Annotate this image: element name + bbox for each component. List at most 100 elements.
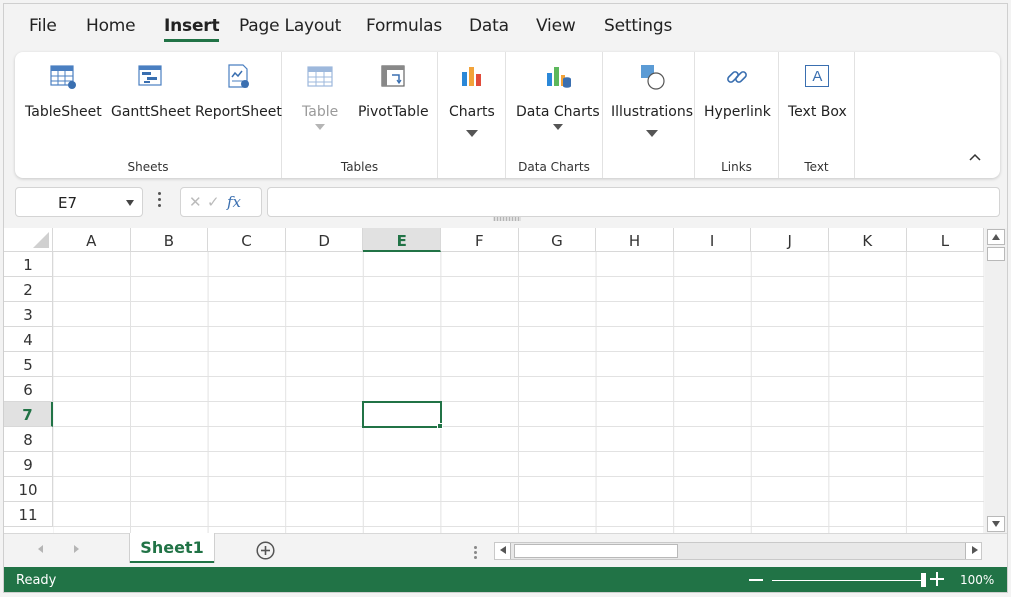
column-header[interactable]: K [829,228,907,252]
chevron-down-icon[interactable] [126,200,134,206]
zoom-out-icon[interactable] [749,579,763,581]
add-sheet-icon[interactable] [256,541,275,560]
row-header[interactable]: 11 [4,502,53,527]
cell-area[interactable] [53,252,984,533]
tab-file[interactable]: File [29,16,57,36]
zoom-level[interactable]: 100% [960,573,994,587]
illustrations-label: Illustrations [611,104,694,120]
link-icon [722,62,752,92]
horizontal-scrollbar[interactable] [494,542,982,560]
arrow-up-icon [992,234,1000,240]
row-header[interactable]: 3 [4,302,53,327]
table-button[interactable]: Table [302,62,338,130]
resize-grip-icon[interactable] [493,217,521,221]
row-header[interactable]: 1 [4,252,53,277]
status-bar: Ready 100% [4,567,1007,592]
pivottable-button[interactable]: PivotTable [358,62,429,120]
tablesheet-button[interactable]: TableSheet [25,62,102,120]
zoom-in-icon[interactable] [930,572,944,586]
row-header[interactable]: 9 [4,452,53,477]
horizontal-scroll-thumb[interactable] [514,544,678,558]
column-header[interactable]: C [208,228,286,252]
ganttsheet-icon [136,62,166,92]
ganttsheet-button[interactable]: GanttSheet [111,62,191,120]
row-header[interactable]: 5 [4,352,53,377]
active-cell[interactable] [362,401,442,428]
table-label: Table [302,104,339,120]
charts-button[interactable]: Charts [449,62,495,137]
fx-icon[interactable]: fx [227,193,241,211]
zoom-slider-thumb[interactable] [921,573,926,587]
text-box-button[interactable]: A Text Box [788,62,847,120]
select-all-corner[interactable] [4,228,53,252]
collapse-ribbon-icon[interactable] [968,150,982,164]
tab-view[interactable]: View [536,16,576,36]
vertical-scrollbar[interactable] [985,228,1007,533]
column-header[interactable]: I [673,228,752,252]
hyperlink-button[interactable]: Hyperlink [704,62,771,120]
row-header[interactable]: 7 [4,402,53,427]
arrow-down-icon [992,521,1000,527]
cancel-icon[interactable]: ✕ [189,193,202,211]
tab-insert[interactable]: Insert [164,16,220,42]
scroll-up-button[interactable] [987,229,1005,245]
tab-settings[interactable]: Settings [604,16,672,36]
tab-data[interactable]: Data [469,16,509,36]
tab-page-layout[interactable]: Page Layout [239,16,341,36]
row-header[interactable]: 8 [4,427,53,452]
scroll-down-button[interactable] [987,516,1005,532]
group-label-sheets: Sheets [127,160,169,174]
app-window: File Home Insert Page Layout Formulas Da… [3,3,1008,593]
charts-dropdown-icon [465,130,478,137]
illustrations-button[interactable]: Illustrations [611,62,693,137]
tab-formulas[interactable]: Formulas [366,16,442,36]
scroll-right-button[interactable] [965,543,981,559]
shapes-icon [637,62,667,92]
column-header[interactable]: B [130,228,209,252]
vertical-scroll-thumb[interactable] [987,247,1005,261]
illustrations-dropdown-icon [646,130,658,137]
column-header[interactable]: D [285,228,364,252]
row-header[interactable]: 6 [4,377,53,402]
reportsheet-button[interactable]: ReportSheet [195,62,282,120]
formula-buttons: ✕ ✓ fx [180,187,262,217]
reportsheet-icon [223,62,253,92]
data-charts-button[interactable]: Data Charts [516,62,600,130]
row-header[interactable]: 4 [4,327,53,352]
group-label-text: Text [804,160,829,174]
column-header[interactable]: G [518,228,597,252]
text-box-glyph: A [805,65,830,87]
tablesheet-label: TableSheet [25,104,102,120]
ribbon-group-tables: Table PivotTable Tables [282,52,438,178]
row-header[interactable]: 10 [4,477,53,502]
ribbon: TableSheet GanttSheet ReportSheet Sheets… [15,52,1000,178]
column-header[interactable]: L [906,228,984,252]
column-header[interactable]: F [441,228,519,252]
data-charts-dropdown-icon [552,124,563,130]
zoom-slider[interactable] [772,580,922,581]
text-box-label: Text Box [788,104,847,120]
column-header[interactable]: J [751,228,829,252]
column-header[interactable]: E [363,228,441,252]
pivottable-icon [378,62,408,92]
charts-label: Charts [449,104,495,120]
tab-home[interactable]: Home [86,16,136,36]
column-header[interactable]: A [53,228,131,252]
fill-handle[interactable] [437,423,443,429]
row-header[interactable]: 2 [4,277,53,302]
sheet-tab-sheet1[interactable]: Sheet1 [129,533,215,563]
name-box[interactable]: E7 [15,187,143,217]
more-options-icon[interactable] [158,192,162,212]
ribbon-group-links: Hyperlink Links [695,52,779,178]
column-header[interactable]: H [596,228,674,252]
confirm-icon[interactable]: ✓ [207,193,220,211]
scroll-left-button[interactable] [495,543,511,559]
tab-splitter-icon[interactable] [474,546,477,560]
tablesheet-icon [48,62,78,92]
reportsheet-label: ReportSheet [195,104,282,120]
hyperlink-label: Hyperlink [704,104,771,120]
prev-sheet-icon[interactable] [38,545,43,553]
next-sheet-icon[interactable] [74,545,79,553]
formula-input[interactable] [267,187,1000,217]
name-box-value: E7 [58,194,78,212]
